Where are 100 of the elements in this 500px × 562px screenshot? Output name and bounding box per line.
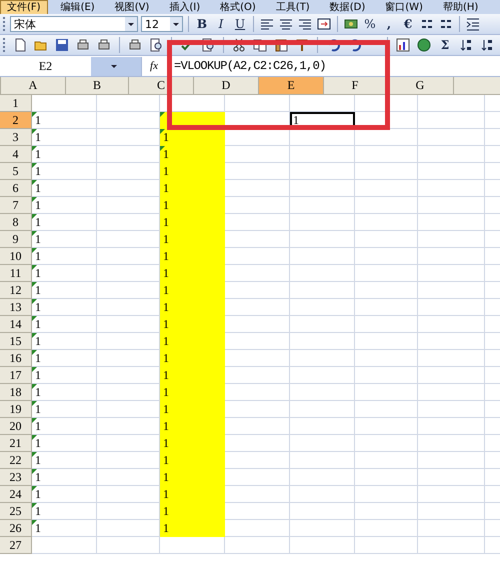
table-cell[interactable] [290,350,355,367]
table-cell[interactable]: 1 [160,129,225,146]
table-cell[interactable] [355,367,418,384]
menu-item[interactable]: 窗口(W) [378,0,430,14]
euro-button[interactable]: € [400,15,416,33]
table-cell[interactable] [418,129,485,146]
table-cell[interactable] [97,350,160,367]
table-cell[interactable] [225,486,290,503]
table-cell[interactable] [97,248,160,265]
table-cell[interactable] [418,316,485,333]
merge-cells-icon[interactable] [316,16,332,32]
scissors-icon[interactable] [231,37,247,53]
table-cell[interactable]: 1 [32,163,97,180]
table-cell[interactable]: 1 [32,452,97,469]
table-cell[interactable] [290,503,355,520]
row-header[interactable]: 16 [0,350,32,367]
table-cell[interactable] [290,129,355,146]
table-cell[interactable] [290,418,355,435]
column-header[interactable]: C [129,77,194,95]
percent-button[interactable]: % [362,15,378,33]
table-cell[interactable]: 1 [32,520,97,537]
table-cell[interactable] [418,503,485,520]
column-header[interactable]: A [1,77,66,95]
sort-icon[interactable] [458,37,474,53]
row-header[interactable]: 4 [0,146,32,163]
table-cell[interactable] [97,197,160,214]
table-cell[interactable] [418,112,485,129]
table-cell[interactable] [97,333,160,350]
table-cell[interactable] [290,333,355,350]
table-cell[interactable] [290,163,355,180]
column-header[interactable]: F [324,77,387,95]
table-cell[interactable] [355,214,418,231]
table-cell[interactable] [97,180,160,197]
table-cell[interactable] [225,418,290,435]
table-cell[interactable] [290,367,355,384]
table-cell[interactable] [97,231,160,248]
row-header[interactable]: 6 [0,180,32,197]
row-header[interactable]: 26 [0,520,32,537]
comma-button[interactable]: , [381,15,397,33]
row-header[interactable]: 8 [0,214,32,231]
table-cell[interactable]: 1 [32,503,97,520]
table-cell[interactable] [97,95,160,112]
table-cell[interactable] [97,435,160,452]
print-preview-icon[interactable] [148,37,164,53]
table-cell[interactable] [290,231,355,248]
table-cell[interactable]: 1 [32,401,97,418]
table-cell[interactable]: 1 [160,418,225,435]
table-cell[interactable] [290,146,355,163]
row-header[interactable]: 3 [0,129,32,146]
table-cell[interactable] [355,299,418,316]
row-header[interactable]: 22 [0,452,32,469]
table-cell[interactable] [97,163,160,180]
table-cell[interactable] [418,299,485,316]
table-cell[interactable] [290,452,355,469]
table-cell[interactable]: 1 [160,231,225,248]
table-cell[interactable]: 1 [32,350,97,367]
table-cell[interactable] [355,265,418,282]
table-cell[interactable] [418,146,485,163]
table-cell[interactable]: 1 [160,299,225,316]
table-cell[interactable] [418,452,485,469]
table-cell[interactable] [290,282,355,299]
table-cell[interactable] [32,537,97,554]
table-cell[interactable] [355,350,418,367]
table-cell[interactable] [290,95,355,112]
row-header[interactable]: 15 [0,333,32,350]
table-cell[interactable] [225,231,290,248]
table-cell[interactable] [97,452,160,469]
menu-item[interactable]: 编辑(E) [54,0,102,14]
table-cell[interactable] [355,503,418,520]
column-header[interactable]: G [387,77,454,95]
table-cell[interactable]: 1 [160,282,225,299]
table-cell[interactable]: 1 [160,197,225,214]
table-cell[interactable] [225,180,290,197]
menu-item[interactable]: 工具(T) [268,0,317,14]
row-header[interactable]: 23 [0,469,32,486]
table-cell[interactable]: 1 [32,299,97,316]
table-cell[interactable] [355,146,418,163]
table-cell[interactable] [225,316,290,333]
row-header[interactable]: 18 [0,384,32,401]
table-cell[interactable] [97,520,160,537]
table-cell[interactable] [355,316,418,333]
table-cell[interactable] [225,469,290,486]
table-cell[interactable] [290,214,355,231]
table-cell[interactable] [225,282,290,299]
table-cell[interactable]: 1 [32,469,97,486]
table-cell[interactable]: 1 [160,248,225,265]
table-cell[interactable] [418,350,485,367]
table-cell[interactable] [225,537,290,554]
table-cell[interactable] [97,146,160,163]
menu-item[interactable]: 格式(O) [213,0,263,14]
row-header[interactable]: 12 [0,282,32,299]
row-header[interactable]: 27 [0,537,32,554]
table-cell[interactable] [290,265,355,282]
table-cell[interactable] [225,333,290,350]
table-cell[interactable]: 1 [160,469,225,486]
table-cell[interactable] [355,333,418,350]
table-cell[interactable]: 1 [160,452,225,469]
table-cell[interactable] [355,537,418,554]
row-header[interactable]: 21 [0,435,32,452]
table-cell[interactable] [160,95,225,112]
